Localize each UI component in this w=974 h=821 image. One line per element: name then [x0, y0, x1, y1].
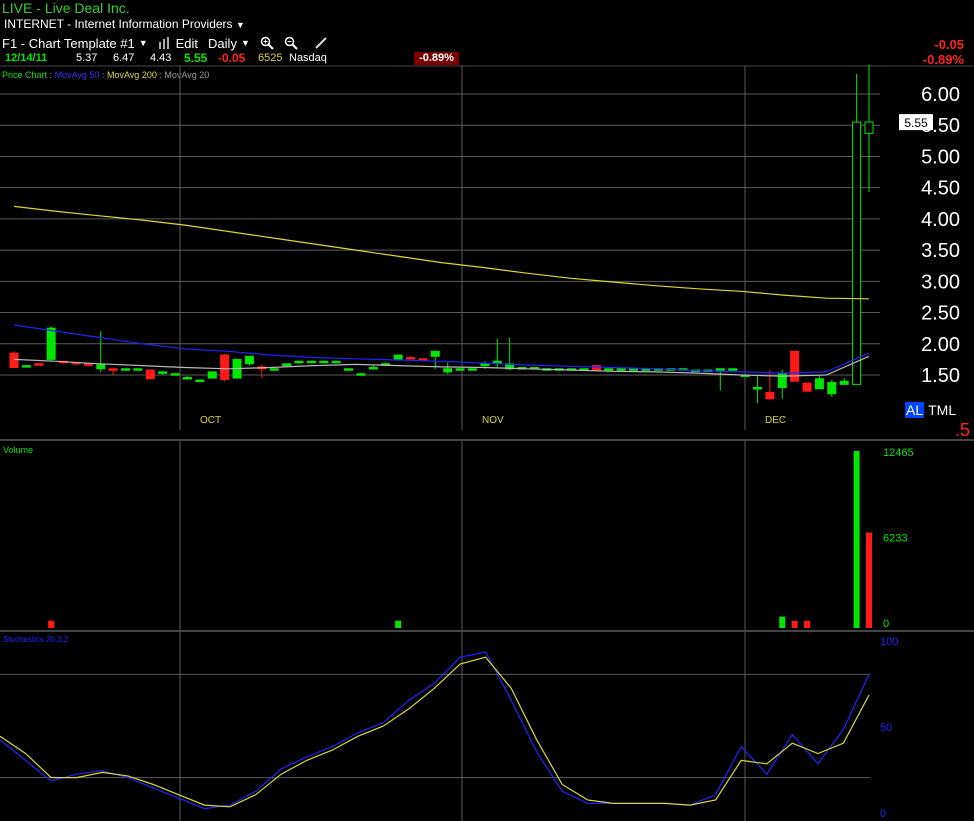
candle-body	[790, 350, 800, 382]
candle-body	[195, 379, 205, 382]
candle-body	[827, 381, 837, 395]
stock-chart[interactable]: OCT NOV DEC 1.50 2.00 2.50 3.00 3.50 4.00 4.50 5.0…	[0, 0, 974, 821]
side-tabs: AL TML	[905, 402, 956, 418]
x-axis-month-label: NOV	[482, 415, 504, 426]
y-tick-label: 2.00	[921, 334, 960, 356]
candle-body	[418, 358, 428, 361]
volume-bar	[866, 532, 872, 628]
y-tick-label: 2.50	[921, 303, 960, 325]
candle-body	[728, 368, 738, 371]
candle-body	[121, 368, 131, 371]
volume-bar	[791, 620, 798, 628]
candle-body	[839, 380, 849, 385]
candle-body	[814, 378, 824, 390]
candle-body	[864, 121, 874, 134]
candle-body	[244, 355, 254, 365]
candle-body	[145, 369, 155, 380]
volume-tick-label: 12465	[883, 447, 914, 459]
candle-body	[319, 360, 329, 364]
candle-body	[9, 352, 19, 369]
stochastics-line	[0, 651, 870, 810]
candle-body	[467, 368, 477, 371]
candle-body	[282, 363, 292, 367]
candle-body	[393, 354, 403, 360]
candle-body	[207, 371, 217, 379]
candle-body	[406, 357, 416, 360]
y-tick-label: 1.50	[921, 365, 960, 387]
tab-al[interactable]: AL	[905, 402, 925, 418]
x-axis-month-label: OCT	[200, 415, 221, 426]
candle-body	[96, 364, 106, 370]
tab-tml[interactable]: TML	[928, 402, 956, 418]
candle-body	[455, 368, 465, 371]
candle-body	[83, 363, 93, 366]
candle-body	[765, 391, 775, 400]
y-tick-label: 4.00	[921, 209, 960, 231]
y-tick-label: 3.50	[921, 240, 960, 262]
candle-body	[158, 371, 168, 374]
candle-body	[629, 368, 639, 371]
candle-body	[344, 368, 354, 371]
y-tick-label: 3.00	[921, 271, 960, 293]
candle-body	[715, 368, 725, 371]
candle-body	[108, 368, 118, 371]
candle-body	[604, 368, 614, 371]
candle-body	[356, 373, 366, 376]
moving-average-line	[13, 355, 870, 377]
candle-body	[220, 354, 230, 380]
candle-body	[368, 367, 378, 370]
last-price-label: 5.55	[904, 116, 928, 130]
y-tick-label: 4.50	[921, 178, 960, 200]
partial-readout: .5	[955, 420, 971, 440]
candle-body	[294, 360, 304, 364]
volume-panel-title: Volume	[3, 445, 33, 455]
candle-body	[21, 365, 31, 368]
x-axis-month-label: DEC	[765, 415, 786, 426]
volume-bar	[779, 616, 786, 628]
volume-tick-label: 6233	[883, 532, 907, 544]
candle-body	[591, 365, 601, 371]
volume-tick-label: 0	[883, 618, 889, 630]
candle-body	[46, 327, 56, 360]
stochastics-tick-label: 100	[880, 636, 898, 648]
candle-body	[443, 368, 453, 373]
candle-body	[34, 363, 44, 366]
candle-body	[616, 368, 626, 371]
y-tick-label: 6.00	[921, 84, 960, 106]
candle-body	[480, 363, 490, 367]
stochastics-panel-title: Stochastics 20,3,2	[3, 635, 69, 644]
candle-body	[269, 368, 279, 371]
stochastics-line	[0, 656, 870, 808]
volume-bar	[48, 620, 55, 628]
candle-body	[182, 376, 192, 380]
candle-body	[430, 350, 440, 357]
candle-body	[802, 382, 812, 392]
volume-bar	[853, 451, 860, 628]
candle-body	[133, 368, 143, 371]
y-tick-label: 5.00	[921, 146, 960, 168]
moving-average-line	[13, 205, 870, 300]
volume-bar	[395, 620, 402, 628]
candle-body	[852, 121, 862, 385]
candle-body	[170, 373, 180, 376]
volume-bar	[804, 620, 811, 628]
stochastics-tick-label: 50	[880, 722, 892, 734]
candle-body	[752, 386, 762, 390]
stochastics-tick-label: 0	[880, 808, 886, 820]
candle-body	[306, 360, 316, 364]
candle-body	[331, 360, 341, 364]
